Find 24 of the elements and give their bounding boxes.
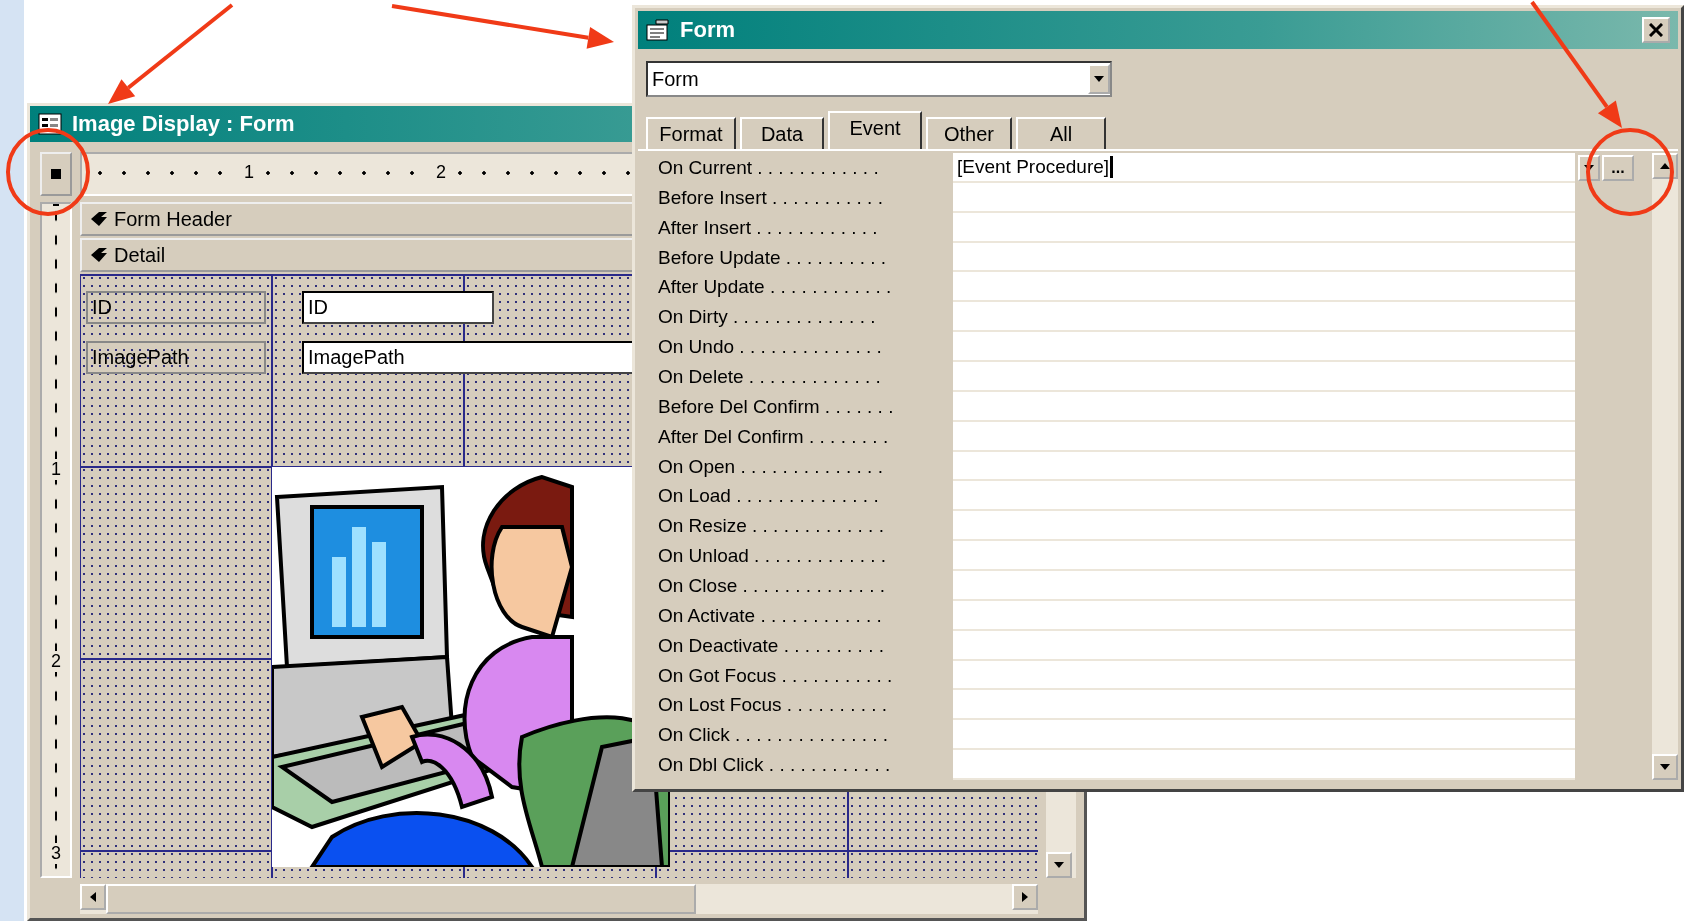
- property-label: Before Del Confirm . . . . . . .: [657, 394, 895, 419]
- property-label: On Dirty . . . . . . . . . . . . . .: [657, 305, 877, 330]
- section-title: Form Header: [114, 207, 232, 231]
- window-title: Form: [680, 17, 735, 43]
- property-label: On Click . . . . . . . . . . . . . . .: [657, 723, 890, 748]
- property-label: After Del Confirm . . . . . . . .: [657, 424, 890, 449]
- property-label: On Dbl Click . . . . . . . . . . . .: [657, 753, 892, 778]
- property-label: On Deactivate . . . . . . . . . .: [657, 633, 885, 658]
- property-label: Before Update . . . . . . . . . .: [657, 245, 888, 270]
- property-label: On Lost Focus . . . . . . . . . .: [657, 693, 889, 718]
- property-label: On Got Focus . . . . . . . . . . .: [657, 663, 894, 688]
- property-label: On Activate . . . . . . . . . . . .: [657, 603, 883, 628]
- property-label: After Update . . . . . . . . . . . .: [657, 275, 893, 300]
- property-label: On Resize . . . . . . . . . . . . .: [657, 514, 885, 539]
- property-label: On Load . . . . . . . . . . . . . .: [657, 484, 880, 509]
- section-title: Detail: [114, 243, 166, 267]
- property-label: On Unload . . . . . . . . . . . . .: [657, 544, 888, 569]
- property-label: On Close . . . . . . . . . . . . . .: [657, 573, 886, 598]
- ruler-number: 2: [49, 651, 63, 672]
- property-label: On Open . . . . . . . . . . . . . .: [657, 454, 884, 479]
- ruler-number: 3: [49, 843, 63, 864]
- window-title: Image Display : Form: [72, 111, 295, 137]
- ruler-number: 1: [49, 459, 63, 480]
- property-label: On Current . . . . . . . . . . . .: [657, 155, 880, 180]
